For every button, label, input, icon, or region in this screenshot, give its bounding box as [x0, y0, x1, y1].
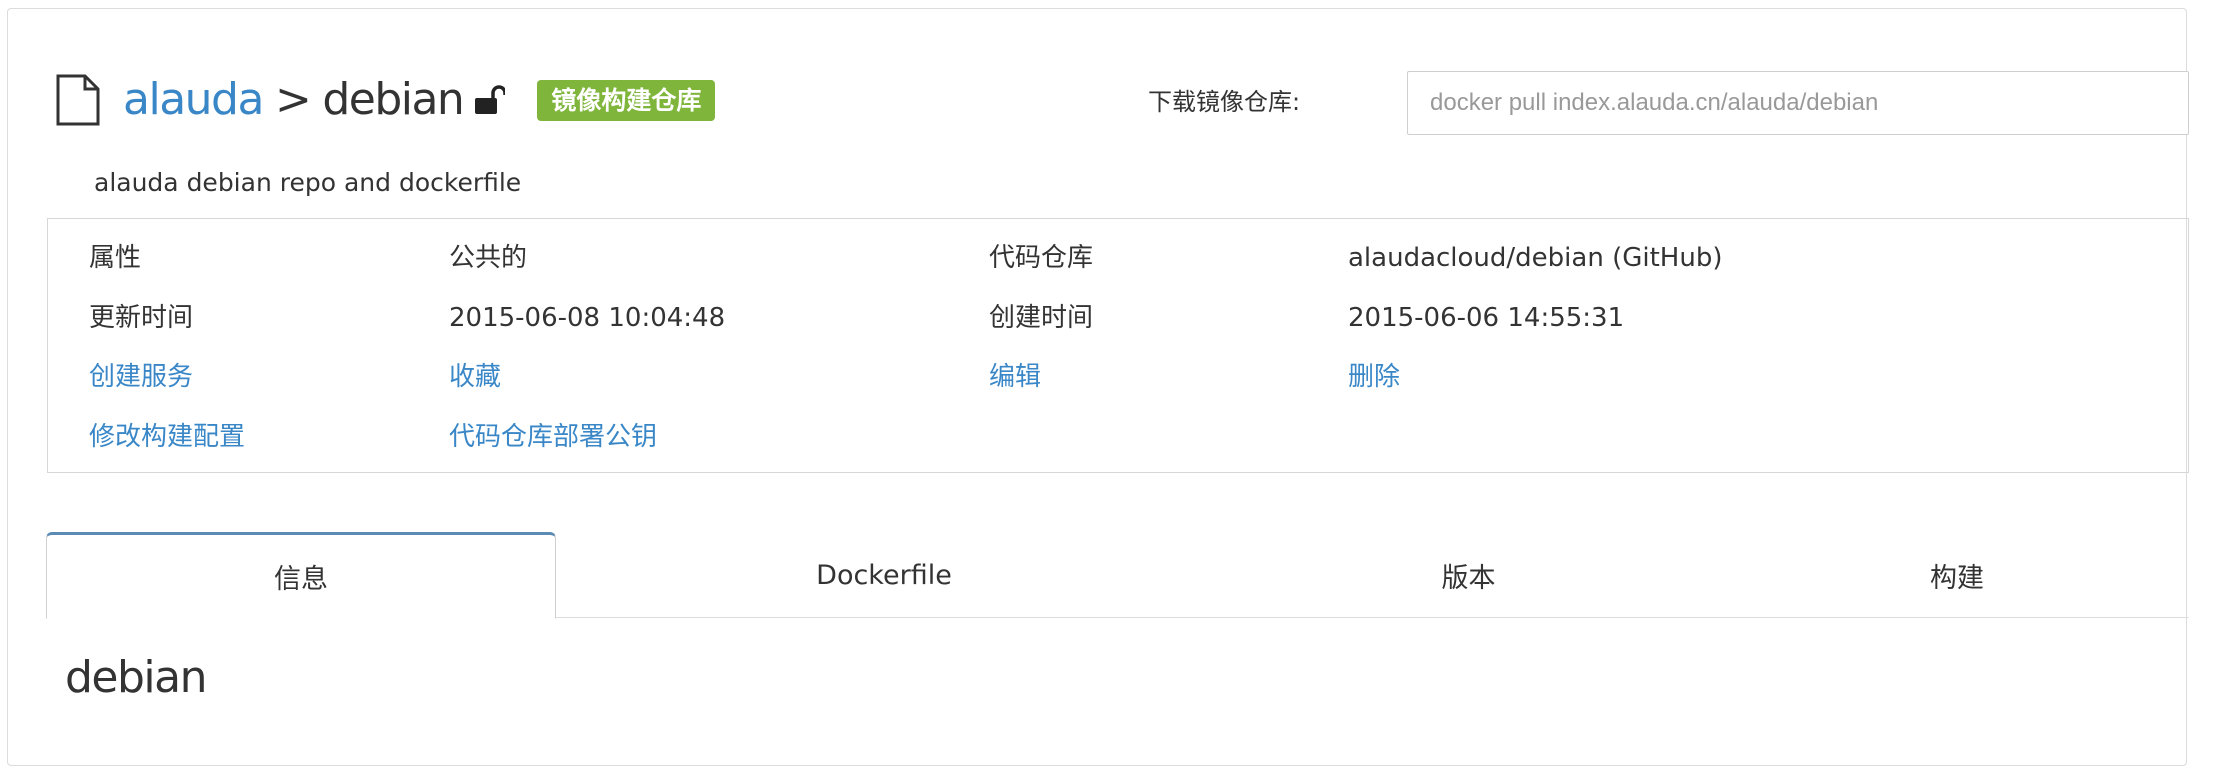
code-repo-value: alaudacloud/debian (GitHub) — [1348, 243, 1723, 273]
repo-description: alauda debian repo and dockerfile — [94, 168, 522, 197]
pull-command-input[interactable] — [1407, 71, 2189, 135]
tab-dockerfile[interactable]: Dockerfile — [556, 532, 1212, 618]
page-title: alauda > debian 镜像构建仓库 — [123, 74, 716, 125]
repo-details-panel: 属性 公共的 代码仓库 alaudacloud/debian (GitHub) … — [47, 218, 2189, 473]
pull-label: 下载镜像仓库: — [1148, 88, 1301, 116]
deploy-key-link[interactable]: 代码仓库部署公钥 — [449, 424, 657, 450]
create-service-link[interactable]: 创建服务 — [89, 364, 193, 390]
tab-versions[interactable]: 版本 — [1212, 532, 1725, 618]
created-value: 2015-06-06 14:55:31 — [1348, 303, 1625, 333]
content-title: debian — [65, 652, 208, 703]
delete-link[interactable]: 删除 — [1348, 364, 1400, 390]
tab-builds[interactable]: 构建 — [1725, 532, 2189, 618]
tab-info[interactable]: 信息 — [46, 532, 556, 619]
unlock-icon — [475, 85, 506, 114]
repo-type-badge: 镜像构建仓库 — [537, 79, 716, 121]
property-label: 属性 — [89, 243, 142, 273]
code-repo-label: 代码仓库 — [989, 243, 1094, 273]
repo-tabs: 信息 Dockerfile 版本 构建 — [46, 532, 2189, 619]
title-separator: > — [274, 74, 312, 125]
created-label: 创建时间 — [989, 303, 1094, 333]
updated-label: 更新时间 — [89, 303, 194, 333]
owner-link[interactable]: alauda — [123, 78, 264, 122]
repo-name: debian — [322, 74, 465, 125]
file-icon — [56, 74, 100, 126]
edit-link[interactable]: 编辑 — [989, 364, 1041, 390]
property-value: 公共的 — [449, 243, 528, 273]
modify-build-config-link[interactable]: 修改构建配置 — [89, 424, 245, 450]
repo-header: alauda > debian 镜像构建仓库 — [55, 70, 716, 130]
updated-value: 2015-06-08 10:04:48 — [449, 303, 726, 333]
favorite-link[interactable]: 收藏 — [449, 364, 501, 390]
